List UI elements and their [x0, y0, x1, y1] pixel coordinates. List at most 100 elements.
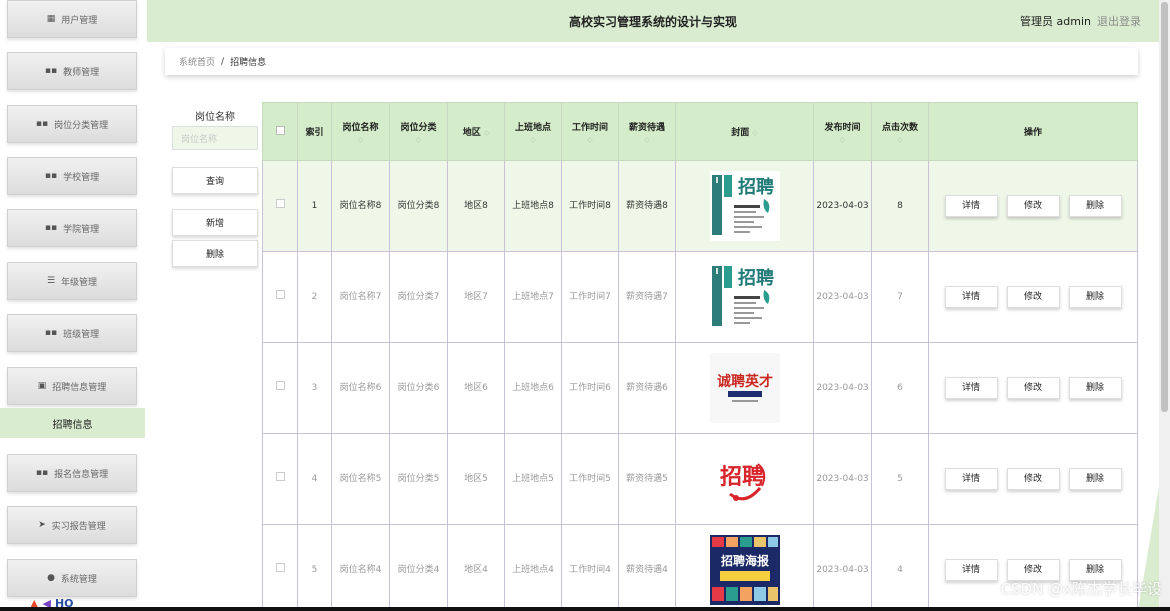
- table-row[interactable]: 1 岗位名称8 岗位分类8 地区8 上班地点8 工作时间8 薪资待遇8 I 招聘 2023-04-…: [262, 160, 1138, 252]
- cell-region-text: 地区6: [464, 383, 488, 393]
- query-button[interactable]: 查询: [172, 167, 258, 194]
- detail-button[interactable]: 详情: [944, 559, 998, 581]
- cell-cover: 招聘: [675, 433, 814, 525]
- svg-text:I: I: [715, 267, 718, 276]
- cell-work-time-text: 工作时间7: [569, 292, 611, 302]
- delete-row-button[interactable]: 删除: [1068, 377, 1122, 399]
- cell-job-category: 岗位分类6: [389, 342, 448, 434]
- edit-button[interactable]: 修改: [1006, 286, 1060, 308]
- sidebar-item-classes[interactable]: ▪▪ 班级管理: [7, 314, 137, 352]
- cell-operations: 详情 修改 删除: [928, 433, 1138, 525]
- cell-index: 1: [297, 160, 332, 252]
- sidebar-item-system[interactable]: ● 系统管理: [7, 559, 137, 597]
- header-job-name[interactable]: 岗位名称 ◇: [331, 102, 390, 161]
- detail-button[interactable]: 详情: [944, 468, 998, 490]
- sidebar-item-users[interactable]: ▦ 用户管理: [7, 0, 137, 38]
- edit-button[interactable]: 修改: [1006, 377, 1060, 399]
- select-all-checkbox[interactable]: [275, 125, 285, 135]
- header-location[interactable]: 上班地点 ◇: [504, 102, 562, 161]
- edit-button[interactable]: 修改: [1006, 468, 1060, 490]
- detail-button[interactable]: 详情: [944, 286, 998, 308]
- header-region[interactable]: 地区 ◇: [447, 102, 505, 161]
- delete-row-button[interactable]: 删除: [1068, 468, 1122, 490]
- sort-icon[interactable]: ◇: [814, 136, 871, 144]
- sort-icon[interactable]: ◇: [390, 136, 447, 144]
- cell-work-time: 工作时间7: [561, 251, 619, 343]
- cell-location: 上班地点6: [504, 342, 562, 434]
- detail-button[interactable]: 详情: [944, 195, 998, 217]
- sidebar-item-label: 岗位分类管理: [54, 120, 109, 131]
- sidebar-item-teachers[interactable]: ▪▪ 教师管理: [7, 52, 137, 90]
- sort-icon[interactable]: ◇: [619, 136, 675, 144]
- sort-icon[interactable]: ◇: [872, 136, 928, 144]
- cell-job-name: 岗位名称4: [331, 524, 390, 611]
- cell-salary: 薪资待遇5: [618, 433, 676, 525]
- cell-region-text: 地区5: [464, 474, 488, 484]
- sidebar-item-colleges[interactable]: ▪▪ 学院管理: [7, 209, 137, 247]
- breadcrumb-home[interactable]: 系统首页: [179, 55, 215, 68]
- sort-icon[interactable]: ◇: [752, 129, 757, 137]
- cell-location-text: 上班地点6: [512, 383, 554, 393]
- cell-location: 上班地点4: [504, 524, 562, 611]
- vertical-scrollbar[interactable]: [1159, 0, 1170, 611]
- job-name-search-input[interactable]: 岗位名称: [172, 126, 258, 150]
- header-job-category[interactable]: 岗位分类 ◇: [389, 102, 448, 161]
- add-button[interactable]: 新增: [172, 209, 258, 236]
- row-checkbox[interactable]: [275, 199, 285, 208]
- table-row[interactable]: 2 岗位名称7 岗位分类7 地区7 上班地点7 工作时间7 薪资待遇7 I 招聘 2023-04-…: [262, 251, 1138, 343]
- cell-publish-date: 2023-04-03: [813, 342, 872, 434]
- delete-button[interactable]: 删除: [172, 240, 258, 267]
- header-label: 发布时间: [824, 122, 861, 133]
- select-all-cell: [262, 102, 298, 161]
- cell-job-category-text: 岗位分类6: [397, 383, 440, 393]
- sidebar-item-schools[interactable]: ▪▪ 学校管理: [7, 157, 137, 195]
- cell-work-time: 工作时间4: [561, 524, 619, 611]
- user-info: 管理员 admin 退出登录: [1020, 13, 1141, 29]
- sidebar-item-recruitment[interactable]: ▣ 招聘信息管理: [7, 367, 137, 405]
- header-cover[interactable]: 封面 ◇: [675, 102, 814, 161]
- cell-region: 地区7: [447, 251, 505, 343]
- sidebar-item-grades[interactable]: ☰ 年级管理: [7, 262, 137, 300]
- table-row[interactable]: 4 岗位名称5 岗位分类5 地区5 上班地点5 工作时间5 薪资待遇5 招聘 2023-04-0…: [262, 433, 1138, 525]
- header-clicks[interactable]: 点击次数 ◇: [871, 102, 929, 161]
- cell-operations: 详情 修改 删除: [928, 251, 1138, 343]
- grid-icon: ▪▪: [44, 223, 58, 233]
- sidebar-item-applications[interactable]: ▪▪ 报名信息管理: [7, 454, 137, 492]
- sort-icon[interactable]: ◇: [562, 136, 618, 144]
- row-checkbox[interactable]: [275, 472, 285, 481]
- cell-clicks-text: 4: [897, 565, 903, 575]
- delete-row-button[interactable]: 删除: [1068, 286, 1122, 308]
- cell-job-name: 岗位名称5: [331, 433, 390, 525]
- sort-icon[interactable]: ◇: [484, 129, 489, 137]
- header-label: 点击次数: [881, 122, 918, 133]
- header-publish-date[interactable]: 发布时间 ◇: [813, 102, 872, 161]
- row-checkbox[interactable]: [275, 563, 285, 572]
- cell-publish-date-text: 2023-04-03: [816, 383, 869, 393]
- sidebar-item-label: 招聘信息管理: [52, 382, 107, 393]
- user-group-icon: ▦: [46, 14, 56, 24]
- row-checkbox[interactable]: [275, 381, 285, 390]
- cell-operations: 详情 修改 删除: [928, 342, 1138, 434]
- recruitment-table: 索引 岗位名称 ◇ 岗位分类 ◇ 地区 ◇ 上班地点 ◇ 工作时间 ◇ 薪资待遇 ◇ 封面…: [262, 102, 1138, 611]
- cell-region: 地区8: [447, 160, 505, 252]
- header-label: 上班地点: [514, 122, 551, 133]
- header-work-time[interactable]: 工作时间 ◇: [561, 102, 619, 161]
- header-salary[interactable]: 薪资待遇 ◇: [618, 102, 676, 161]
- cell-location-text: 上班地点7: [512, 292, 554, 302]
- scrollbar-thumb[interactable]: [1161, 2, 1168, 412]
- sidebar-item-label: 班级管理: [63, 329, 100, 340]
- edit-button[interactable]: 修改: [1006, 195, 1060, 217]
- delete-row-button[interactable]: 删除: [1068, 195, 1122, 217]
- cover-text: 招聘: [738, 176, 774, 198]
- sort-icon[interactable]: ◇: [505, 136, 561, 144]
- row-checkbox[interactable]: [275, 290, 285, 299]
- sidebar-subitem-recruitment-info[interactable]: 招聘信息: [0, 408, 145, 438]
- logout-link[interactable]: 退出登录: [1097, 15, 1141, 28]
- cell-clicks-text: 7: [897, 292, 903, 302]
- detail-button[interactable]: 详情: [944, 377, 998, 399]
- table-row[interactable]: 3 岗位名称6 岗位分类6 地区6 上班地点6 工作时间6 薪资待遇6 诚聘英才 2023-04…: [262, 342, 1138, 434]
- sidebar-item-reports[interactable]: ➤ 实习报告管理: [7, 506, 137, 544]
- row-select-cell: [262, 160, 298, 252]
- sidebar-item-job-categories[interactable]: ▪▪ 岗位分类管理: [7, 105, 137, 143]
- sort-icon[interactable]: ◇: [332, 136, 389, 144]
